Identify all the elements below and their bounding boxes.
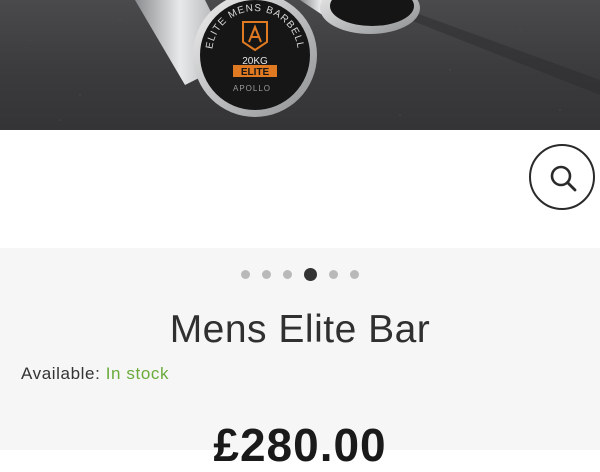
gallery-dot-4[interactable] [304, 268, 317, 281]
product-image: ELITE MENS BARBELL 20KG ELITE APOLLO [0, 0, 600, 130]
sleeve-brand: APOLLO [233, 84, 271, 93]
image-toolbar [0, 130, 600, 248]
gallery-dot-2[interactable] [262, 270, 271, 279]
sleeve-grade: ELITE [241, 67, 270, 78]
stock-status: In stock [105, 364, 170, 383]
gallery-dot-5[interactable] [329, 270, 338, 279]
gallery-dot-3[interactable] [283, 270, 292, 279]
search-icon [550, 165, 577, 192]
barbell-photo: ELITE MENS BARBELL 20KG ELITE APOLLO [29, 0, 600, 121]
gallery-dot-6[interactable] [350, 270, 359, 279]
gallery-pagination [0, 268, 600, 281]
zoom-button[interactable] [529, 144, 595, 210]
product-title: Mens Elite Bar [169, 308, 431, 351]
gallery-dot-1[interactable] [241, 270, 250, 279]
availability-label: Available: [21, 364, 101, 383]
availability: Available: In stock [21, 364, 169, 384]
product-price: £280.00 [213, 419, 387, 471]
